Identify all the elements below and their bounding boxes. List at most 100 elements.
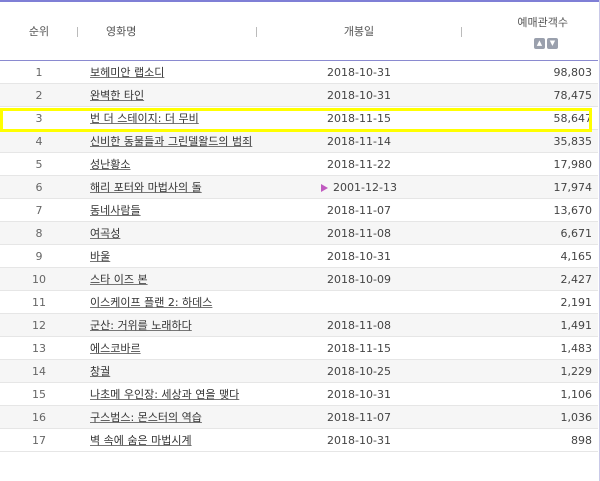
audience-count-cell: 13,670: [462, 198, 598, 222]
release-date-cell: 2018-10-25: [256, 359, 462, 383]
release-date-text: 2018-10-25: [327, 364, 391, 378]
audience-count-cell: 2,191: [462, 290, 598, 314]
release-date-text: 2018-10-31: [327, 387, 391, 401]
audience-count-cell: 1,106: [462, 382, 598, 406]
table-row: 11 이스케이프 플랜 2: 하데스 2,191: [0, 290, 598, 314]
sort-down-icon[interactable]: ▼: [547, 37, 558, 49]
rank-cell: 15: [0, 382, 78, 406]
movie-title-link[interactable]: 군산: 거위를 노래하다: [90, 319, 192, 332]
movie-title-link[interactable]: 구스범스: 몬스터의 역습: [90, 411, 202, 424]
movie-title-link[interactable]: 신비한 동물들과 그린델왈드의 범죄: [90, 135, 252, 148]
movie-title-link[interactable]: 해리 포터와 마법사의 돌: [90, 181, 202, 194]
table-row: 6 해리 포터와 마법사의 돌 2001-12-13 17,974: [0, 175, 598, 199]
rank-cell: 14: [0, 359, 78, 383]
audience-count-cell: 1,491: [462, 313, 598, 337]
movie-title-link[interactable]: 동네사람들: [90, 204, 141, 217]
title-cell: 이스케이프 플랜 2: 하데스: [78, 290, 256, 314]
release-date-cell: 2018-11-07: [256, 198, 462, 222]
table-row: 2 완벽한 타인 2018-10-31 78,475: [0, 83, 598, 107]
table-row: 10 스타 이즈 본 2018-10-09 2,427: [0, 267, 598, 291]
movie-title-link[interactable]: 에스코바르: [90, 342, 141, 355]
release-date-cell: 2018-11-15: [256, 336, 462, 360]
movie-title-link[interactable]: 나초메 우인장: 세상과 연을 맺다: [90, 388, 239, 401]
table-row: 5 성난황소 2018-11-22 17,980: [0, 152, 598, 176]
movie-title-link[interactable]: 번 더 스테이지: 더 무비: [90, 112, 199, 125]
title-cell: 군산: 거위를 노래하다: [78, 313, 256, 337]
header-audience: 예매관객수 ▲ ▼: [462, 2, 598, 61]
rank-cell: 3: [0, 106, 78, 130]
release-date-text: 2001-12-13: [333, 180, 397, 194]
header-audience-label: 예매관객수: [517, 15, 568, 29]
release-date-text: 2018-10-31: [327, 249, 391, 263]
release-date-cell: 2018-10-31: [256, 382, 462, 406]
movie-title-link[interactable]: 완벽한 타인: [90, 89, 144, 102]
movie-title-link[interactable]: 창궐: [90, 365, 110, 378]
table-row: 12 군산: 거위를 노래하다 2018-11-08 1,491: [0, 313, 598, 337]
movie-title-link[interactable]: 보헤미안 랩소디: [90, 66, 164, 79]
rank-cell: 7: [0, 198, 78, 222]
movie-title-link[interactable]: 여곡성: [90, 227, 120, 240]
boxoffice-ranking-panel: 순위 영화명 개봉일 예매관객수 ▲ ▼ 1 보헤미안 랩소디 2018-10-…: [0, 0, 600, 481]
audience-count-cell: 1,483: [462, 336, 598, 360]
title-cell: 바울: [78, 244, 256, 268]
ranking-table: 순위 영화명 개봉일 예매관객수 ▲ ▼ 1 보헤미안 랩소디 2018-10-…: [0, 2, 598, 452]
title-cell: 나초메 우인장: 세상과 연을 맺다: [78, 382, 256, 406]
audience-count-cell: 78,475: [462, 83, 598, 107]
rank-cell: 4: [0, 129, 78, 153]
ranking-rows: 1 보헤미안 랩소디 2018-10-31 98,803 2 완벽한 타인 2018-10-…: [0, 60, 598, 452]
table-row: 16 구스범스: 몬스터의 역습 2018-11-07 1,036: [0, 405, 598, 429]
table-row: 13 에스코바르 2018-11-15 1,483: [0, 336, 598, 360]
rank-cell: 6: [0, 175, 78, 199]
audience-count-cell: 98,803: [462, 60, 598, 84]
release-date-cell: 2001-12-13: [256, 175, 462, 199]
header-release-date-label: 개봉일: [343, 25, 375, 38]
release-date-text: 2018-11-14: [327, 134, 391, 148]
title-cell: 완벽한 타인: [78, 83, 256, 107]
table-row: 7 동네사람들 2018-11-07 13,670: [0, 198, 598, 222]
release-date-text: 2018-11-08: [327, 318, 391, 332]
title-cell: 해리 포터와 마법사의 돌: [78, 175, 256, 199]
header-title-label: 영화명: [106, 25, 137, 38]
movie-title-link[interactable]: 바울: [90, 250, 110, 263]
rank-cell: 11: [0, 290, 78, 314]
audience-count-cell: 17,980: [462, 152, 598, 176]
release-date-text: 2018-11-08: [327, 226, 391, 240]
release-date-cell: 2018-11-22: [256, 152, 462, 176]
table-row: 17 벽 속에 숨은 마법시계 2018-10-31 898: [0, 428, 598, 452]
title-cell: 구스범스: 몬스터의 역습: [78, 405, 256, 429]
rerelease-arrow-icon: [321, 183, 329, 192]
audience-count-cell: 58,647: [462, 106, 598, 130]
title-cell: 에스코바르: [78, 336, 256, 360]
table-row: 15 나초메 우인장: 세상과 연을 맺다 2018-10-31 1,106: [0, 382, 598, 406]
release-date-text: 2018-10-09: [327, 272, 391, 286]
title-cell: 신비한 동물들과 그린델왈드의 범죄: [78, 129, 256, 153]
header-title: 영화명: [78, 2, 256, 61]
table-header-row: 순위 영화명 개봉일 예매관객수 ▲ ▼: [0, 2, 598, 61]
sort-up-icon[interactable]: ▲: [534, 37, 545, 49]
release-date-cell: 2018-11-14: [256, 129, 462, 153]
release-date-text: 2018-10-31: [327, 433, 391, 447]
audience-count-cell: 35,835: [462, 129, 598, 153]
movie-title-link[interactable]: 성난황소: [90, 158, 130, 171]
release-date-cell: 2018-11-15: [256, 106, 462, 130]
title-cell: 스타 이즈 본: [78, 267, 256, 291]
table-row: 14 창궐 2018-10-25 1,229: [0, 359, 598, 383]
movie-title-link[interactable]: 스타 이즈 본: [90, 273, 148, 286]
title-cell: 동네사람들: [78, 198, 256, 222]
header-rank-label: 순위: [28, 25, 50, 38]
release-date-cell: 2018-11-08: [256, 313, 462, 337]
rank-cell: 8: [0, 221, 78, 245]
release-date-cell: 2018-10-31: [256, 428, 462, 452]
release-date-cell: [256, 290, 462, 314]
release-date-text: 2018-10-31: [327, 65, 391, 79]
movie-title-link[interactable]: 벽 속에 숨은 마법시계: [90, 434, 192, 447]
rank-cell: 12: [0, 313, 78, 337]
release-date-cell: 2018-11-08: [256, 221, 462, 245]
release-date-text: 2018-11-07: [327, 203, 391, 217]
title-cell: 번 더 스테이지: 더 무비: [78, 106, 256, 130]
release-date-cell: 2018-10-31: [256, 60, 462, 84]
movie-title-link[interactable]: 이스케이프 플랜 2: 하데스: [90, 296, 212, 309]
table-row: 4 신비한 동물들과 그린델왈드의 범죄 2018-11-14 35,835: [0, 129, 598, 153]
release-date-cell: 2018-10-09: [256, 267, 462, 291]
release-date-text: 2018-11-07: [327, 410, 391, 424]
